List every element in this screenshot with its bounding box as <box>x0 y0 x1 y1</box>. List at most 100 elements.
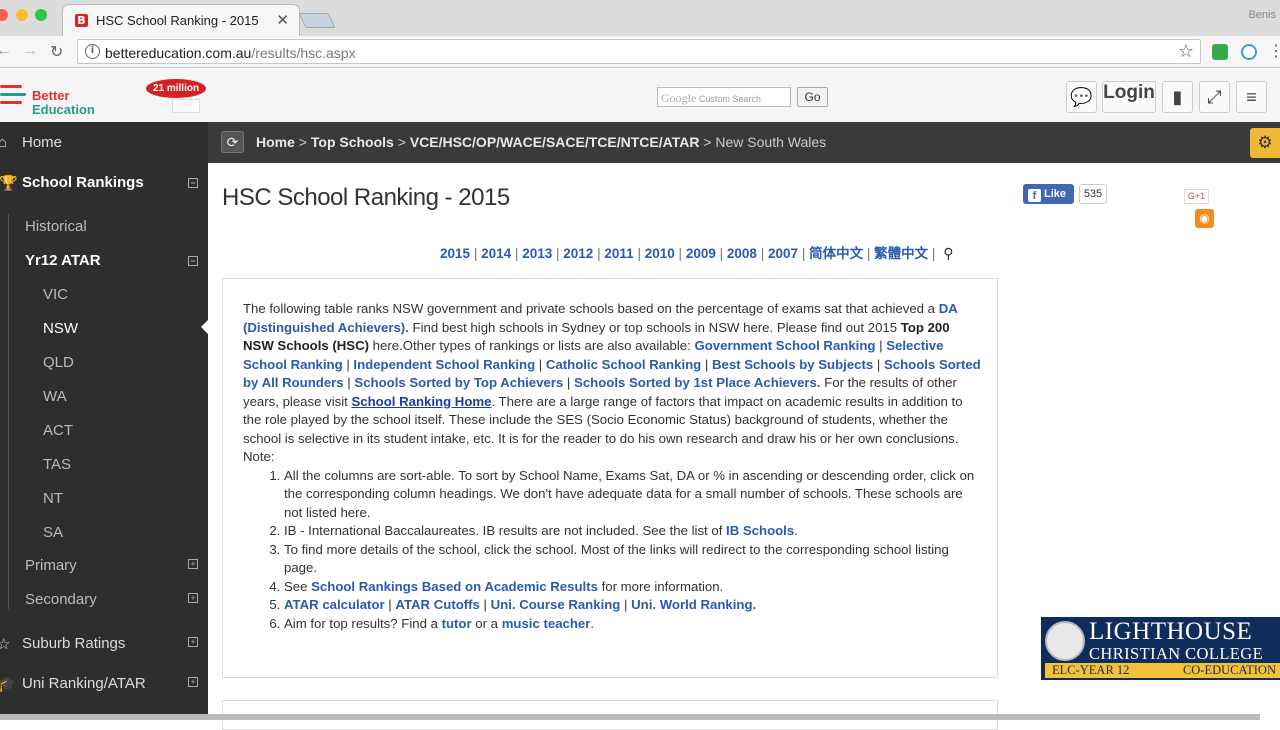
book-icon[interactable]: ▮ <box>1162 81 1193 113</box>
back-icon[interactable]: ← <box>0 42 12 60</box>
ib-schools-link[interactable]: IB Schools <box>726 523 794 538</box>
sidebar-item-uni-ranking[interactable]: 🎓 Uni Ranking/ATAR + <box>0 675 208 693</box>
year-link[interactable]: 2013 <box>522 246 552 261</box>
browser-tab-active[interactable]: B HSC School Ranking - 2015 ✕ <box>62 4 300 36</box>
login-button[interactable]: Login <box>1102 81 1156 113</box>
year-link[interactable]: 2009 <box>686 246 716 261</box>
music-teacher-link[interactable]: music teacher <box>502 616 591 631</box>
academic-results-link[interactable]: School Rankings Based on Academic Result… <box>311 579 598 594</box>
custom-search-input[interactable]: Google Custom Search <box>657 87 791 107</box>
expand-icon[interactable]: + <box>188 593 198 603</box>
subjects-ranking-link[interactable]: Best Schools by Subjects <box>712 357 873 372</box>
address-bar[interactable]: i bettereducation.com.au/results/hsc.asp… <box>77 39 1201 64</box>
extension-shield-icon[interactable] <box>1241 44 1257 60</box>
lang-simplified-chinese-link[interactable]: 简体中文 <box>809 246 863 261</box>
search-go-button[interactable]: Go <box>797 87 828 107</box>
sidebar-item-qld[interactable]: QLD <box>0 354 208 371</box>
sidebar-item-nt[interactable]: NT <box>0 490 208 507</box>
catholic-ranking-link[interactable]: Catholic School Ranking <box>546 357 701 372</box>
sidebar-item-school-rankings[interactable]: 🏆 School Rankings − <box>0 174 208 192</box>
search-icon[interactable]: ⚲ <box>943 245 953 261</box>
independent-ranking-link[interactable]: Independent School Ranking <box>353 357 535 372</box>
fullscreen-icon[interactable]: ⤢ <box>1199 81 1230 113</box>
sidebar-item-wa[interactable]: WA <box>0 388 208 405</box>
expand-icon[interactable]: + <box>188 637 198 647</box>
logo-icon[interactable] <box>0 85 26 115</box>
bookmark-star-icon[interactable]: ☆ <box>1178 41 1194 62</box>
new-tab-button[interactable] <box>298 13 336 28</box>
note-item: ATAR calculator | ATAR Cutoffs | Uni. Co… <box>284 596 983 615</box>
sidebar-item-suburb-ratings[interactable]: ☆ Suburb Ratings + <box>0 635 208 653</box>
uni-course-ranking-link[interactable]: Uni. Course Ranking <box>491 597 621 612</box>
chat-icon[interactable]: 💬 <box>1066 81 1097 113</box>
logo-text-education[interactable]: Education <box>32 102 95 117</box>
year-link[interactable]: 2014 <box>481 246 511 261</box>
school-ranking-home-link[interactable]: School Ranking Home <box>351 394 491 409</box>
menu-icon[interactable]: ≡ <box>1236 81 1267 113</box>
window-close-button[interactable] <box>0 9 8 21</box>
sidebar-item-sa[interactable]: SA <box>0 524 208 541</box>
intro-panel: The following table ranks NSW government… <box>222 278 998 678</box>
sidebar-item-yr12-atar[interactable]: Yr12 ATAR − <box>0 252 208 269</box>
year-link[interactable]: 2012 <box>563 246 593 261</box>
tab-close-icon[interactable]: ✕ <box>276 11 289 29</box>
sidebar-item-secondary[interactable]: Secondary + <box>0 591 208 608</box>
breadcrumb-home[interactable]: Home <box>256 134 295 150</box>
collapse-icon[interactable]: − <box>188 256 198 266</box>
atar-calculator-link[interactable]: ATAR calculator <box>284 597 385 612</box>
window-minimize-button[interactable] <box>16 9 28 21</box>
top-achievers-link[interactable]: Schools Sorted by Top Achievers <box>354 375 563 390</box>
sidebar-item-primary[interactable]: Primary + <box>0 557 208 574</box>
breadcrumb-sep: > <box>703 134 712 150</box>
state-label: NT <box>43 490 63 507</box>
ad-strip-right: CO-EDUCATION <box>1182 663 1276 677</box>
note-item: Aim for top results? Find a tutor or a m… <box>284 615 983 634</box>
government-ranking-link[interactable]: Government School Ranking <box>694 338 875 353</box>
sidebar-item-tas[interactable]: TAS <box>0 456 208 473</box>
rss-icon[interactable]: ◉ <box>1195 209 1214 228</box>
site-info-icon[interactable]: i <box>85 44 100 59</box>
lang-traditional-chinese-link[interactable]: 繁體中文 <box>874 246 928 261</box>
facebook-like-button[interactable]: f Like <box>1023 184 1074 204</box>
google-plus-button[interactable]: G+1 <box>1184 189 1209 204</box>
college-seal-icon <box>1045 621 1085 661</box>
sidebar-item-home[interactable]: ⌂ Home <box>0 134 208 151</box>
extension-leaf-icon[interactable] <box>1212 44 1228 60</box>
lighthouse-college-ad[interactable]: LIGHTHOUSE CHRISTIAN COLLEGE ELC-YEAR 12… <box>1041 617 1280 680</box>
horizontal-scrollbar[interactable] <box>0 714 1260 720</box>
window-zoom-button[interactable] <box>35 9 47 21</box>
sidebar-item-vic[interactable]: VIC <box>0 286 208 303</box>
home-icon: ⌂ <box>0 134 8 151</box>
year-link[interactable]: 2007 <box>768 246 798 261</box>
logo-text-better[interactable]: Better <box>32 88 70 103</box>
uni-world-ranking-link[interactable]: Uni. World Ranking. <box>631 597 756 612</box>
sidebar-item-act[interactable]: ACT <box>0 422 208 439</box>
sidebar-item-historical[interactable]: Historical <box>0 218 208 235</box>
year-link[interactable]: 2015 <box>440 246 470 261</box>
settings-gear-icon[interactable]: ⚙ <box>1250 128 1280 158</box>
expand-icon[interactable]: + <box>188 677 198 687</box>
breadcrumb-top-schools[interactable]: Top Schools <box>311 134 394 150</box>
year-link[interactable]: 2011 <box>604 246 633 261</box>
tutor-link[interactable]: tutor <box>442 616 472 631</box>
collapse-icon[interactable]: − <box>188 178 198 188</box>
expand-icon[interactable]: + <box>188 559 198 569</box>
breadcrumb-vce[interactable]: VCE/HSC/OP/WACE/SACE/TCE/NTCE/ATAR <box>410 134 700 150</box>
tab-title: HSC School Ranking - 2015 <box>96 13 259 28</box>
reload-icon[interactable]: ↻ <box>50 42 63 62</box>
atar-cutoffs-link[interactable]: ATAR Cutoffs <box>395 597 479 612</box>
forward-icon[interactable]: → <box>22 42 38 60</box>
state-label: ACT <box>43 422 73 439</box>
sidebar-item-nsw[interactable]: NSW <box>0 320 208 337</box>
year-link[interactable]: 2010 <box>645 246 675 261</box>
trophy-icon: 🏆 <box>0 175 18 192</box>
breadcrumb: Home > Top Schools > VCE/HSC/OP/WACE/SAC… <box>256 134 826 150</box>
first-place-achievers-link[interactable]: Schools Sorted by 1st Place Achievers. <box>574 375 821 390</box>
sidebar-label-historical: Historical <box>25 218 87 235</box>
profile-name[interactable]: Benis <box>1248 9 1276 21</box>
url-text[interactable]: bettereducation.com.au/results/hsc.aspx <box>105 45 356 61</box>
refresh-icon[interactable]: ⟳ <box>221 131 244 153</box>
browser-menu-icon[interactable]: ⋮ <box>1268 41 1280 61</box>
browser-toolbar: ← → ↻ i bettereducation.com.au/results/h… <box>0 36 1280 68</box>
year-link[interactable]: 2008 <box>727 246 757 261</box>
